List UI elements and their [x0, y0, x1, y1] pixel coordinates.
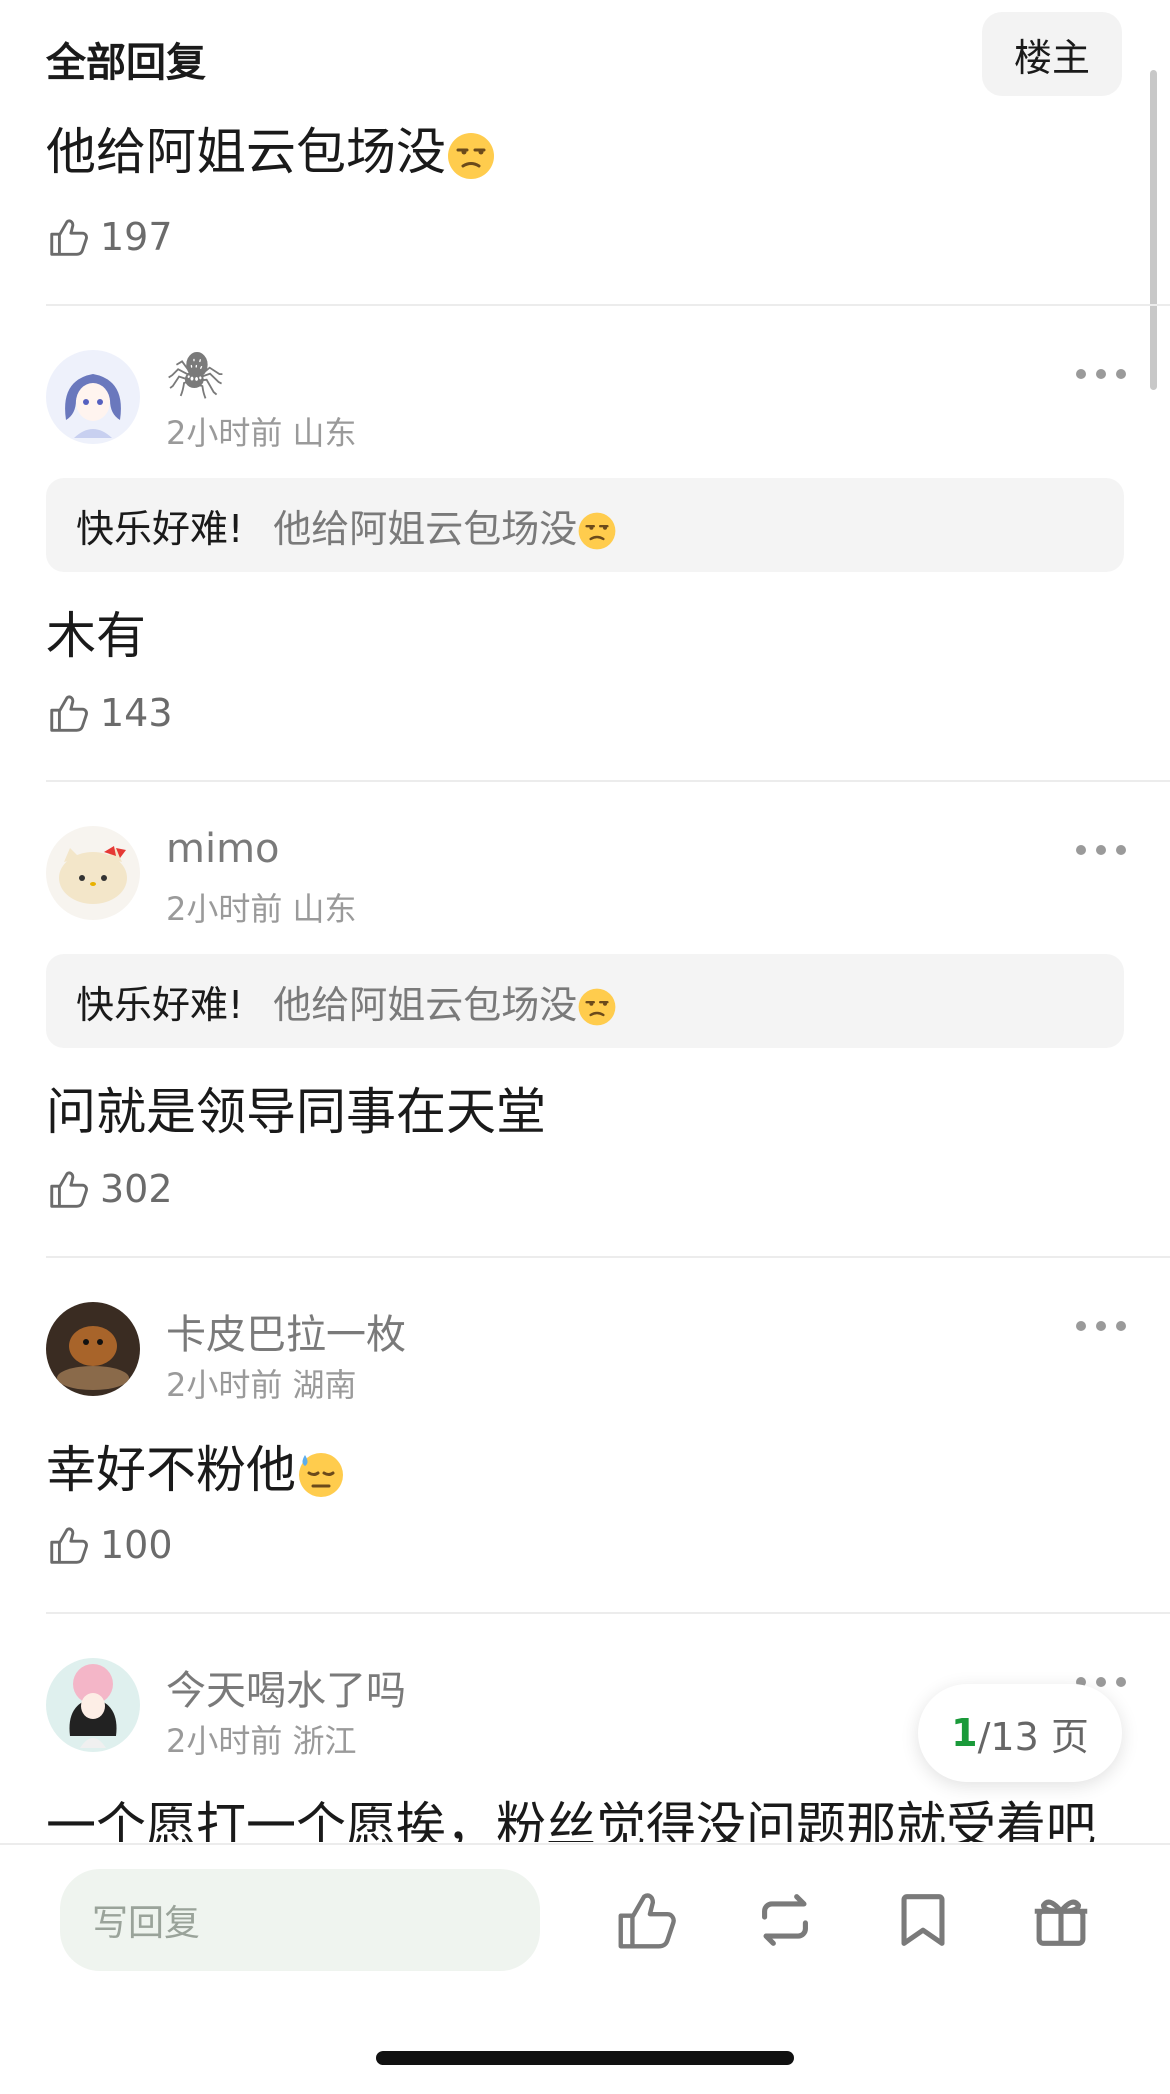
divider	[46, 1612, 1170, 1614]
comment-time: 2小时前	[166, 1722, 283, 1760]
thumbs-up-icon[interactable]	[612, 1885, 682, 1955]
username[interactable]: mimo	[166, 826, 280, 872]
comment-time: 2小时前	[166, 1366, 283, 1404]
unamused-emoji-icon	[448, 132, 494, 179]
quoted-reply[interactable]: 快乐好难! 他给阿姐云包场没	[46, 478, 1124, 572]
repost-icon[interactable]	[750, 1885, 820, 1955]
divider	[46, 1256, 1170, 1258]
username[interactable]: 今天喝水了吗	[166, 1658, 406, 1716]
more-dots-icon[interactable]	[1076, 1316, 1126, 1336]
divider	[46, 780, 1170, 782]
owner-only-button[interactable]: 楼主	[982, 12, 1122, 96]
thumbs-up-icon	[50, 1527, 88, 1564]
comment-location: 浙江	[292, 1722, 357, 1760]
scrollbar[interactable]	[1150, 70, 1157, 390]
comment-meta: 2小时前 湖南	[166, 1360, 357, 1406]
comment-location: 山东	[292, 414, 357, 452]
comment-meta: 2小时前 山东	[166, 408, 357, 454]
quote-text-content: 他给阿姐云包场没	[273, 506, 578, 551]
unamused-emoji-icon	[578, 988, 616, 1026]
top-post-text-content: 他给阿姐云包场没	[46, 123, 446, 181]
like-button[interactable]: 143	[46, 688, 173, 738]
unamused-emoji-icon	[578, 512, 616, 550]
like-button[interactable]: 100	[46, 1520, 173, 1570]
like-count: 302	[100, 1167, 173, 1211]
bottom-action-bar: 写回复	[0, 1843, 1170, 2094]
bookmark-icon[interactable]	[888, 1885, 958, 1955]
thumbs-up-icon	[50, 219, 88, 256]
top-post-text: 他给阿姐云包场没	[46, 112, 496, 184]
like-button[interactable]: 302	[46, 1164, 173, 1214]
home-indicator	[376, 2051, 794, 2065]
sweat-emoji-icon	[299, 1452, 343, 1497]
quote-text-content: 他给阿姐云包场没	[273, 982, 578, 1027]
gift-icon[interactable]	[1026, 1885, 1096, 1955]
header: 全部回复 楼主	[0, 0, 1170, 100]
comment-text-content: 幸好不粉他	[46, 1441, 296, 1499]
thumbs-up-icon	[50, 695, 88, 732]
comment-text: 木有	[46, 607, 146, 665]
comment-location: 湖南	[292, 1366, 357, 1404]
quote-author: 快乐好难!	[76, 982, 244, 1027]
comment-meta: 2小时前 山东	[166, 884, 357, 930]
thumbs-up-icon	[50, 1171, 88, 1208]
comment-text: 幸好不粉他	[46, 1430, 346, 1502]
comment-text: 一个愿打一个愿挨，粉丝觉得没问题那就受着吧	[46, 1797, 1096, 1842]
quoted-reply[interactable]: 快乐好难! 他给阿姐云包场没	[46, 954, 1124, 1048]
avatar[interactable]	[46, 350, 140, 444]
comment-location: 山东	[292, 890, 357, 928]
comment-time: 2小时前	[166, 414, 283, 452]
comment-time: 2小时前	[166, 890, 283, 928]
avatar[interactable]	[46, 826, 140, 920]
quote-text: 他给阿姐云包场没	[273, 498, 617, 553]
total-pages: /13 页	[977, 1714, 1089, 1759]
comment-text: 问就是领导同事在天堂	[46, 1083, 546, 1141]
quote-author: 快乐好难!	[76, 506, 244, 551]
like-count: 143	[100, 691, 173, 735]
page-indicator[interactable]: 1/13 页	[918, 1684, 1122, 1782]
comment-meta: 2小时前 浙江	[166, 1716, 357, 1762]
page-title: 全部回复	[46, 40, 206, 86]
quote-text: 他给阿姐云包场没	[273, 974, 617, 1029]
divider	[46, 304, 1170, 306]
current-page: 1	[951, 1711, 978, 1755]
reply-input[interactable]: 写回复	[60, 1869, 540, 1971]
like-button[interactable]: 197	[46, 212, 173, 262]
username[interactable]: 卡皮巴拉一枚	[166, 1302, 406, 1360]
like-count: 100	[100, 1523, 173, 1567]
more-dots-icon[interactable]	[1076, 364, 1126, 384]
username[interactable]: 🕷	[166, 348, 224, 403]
more-dots-icon[interactable]	[1076, 840, 1126, 860]
like-count: 197	[100, 215, 173, 259]
avatar[interactable]	[46, 1658, 140, 1752]
avatar[interactable]	[46, 1302, 140, 1396]
